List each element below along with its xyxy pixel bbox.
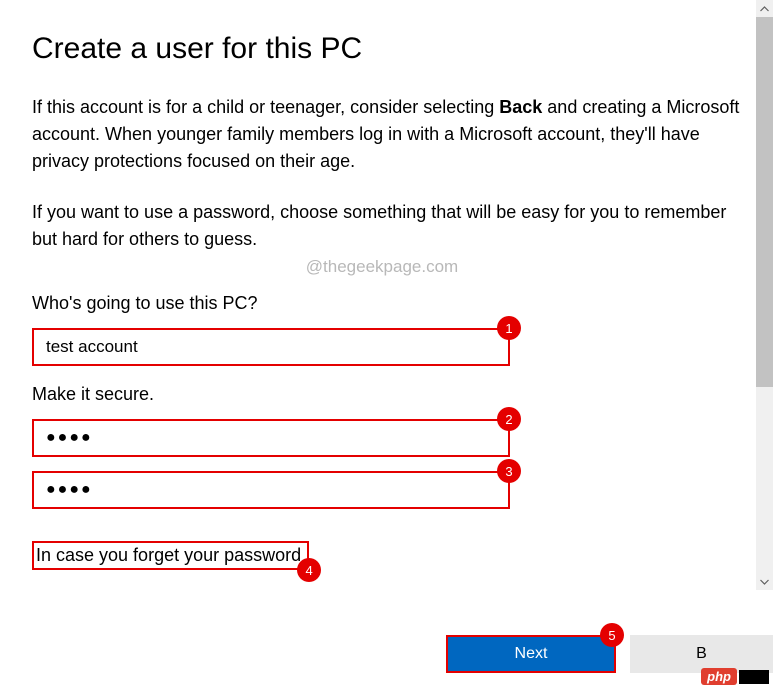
php-box-icon <box>739 670 769 684</box>
next-button-wrap: Next 5 <box>446 635 616 673</box>
password-input[interactable] <box>32 419 510 457</box>
secure-section-label: Make it secure. <box>32 384 744 405</box>
scroll-down-arrow-icon[interactable] <box>756 573 773 590</box>
footer-bar: Next 5 B <box>0 617 773 689</box>
intro-paragraph-2: If you want to use a password, choose so… <box>32 199 742 253</box>
username-field-wrap: 1 <box>32 328 744 366</box>
scroll-up-arrow-icon[interactable] <box>756 0 773 17</box>
who-section-label: Who's going to use this PC? <box>32 293 744 314</box>
scroll-thumb[interactable] <box>756 17 773 387</box>
php-watermark-overlay: php <box>701 668 769 685</box>
annotation-badge-3: 3 <box>497 459 521 483</box>
watermark-text: @thegeekpage.com <box>32 257 732 277</box>
next-button[interactable]: Next <box>446 635 616 673</box>
intro-paragraph-1: If this account is for a child or teenag… <box>32 94 742 175</box>
annotation-badge-4: 4 <box>297 558 321 582</box>
annotation-badge-1: 1 <box>497 316 521 340</box>
confirm-password-field-wrap: 3 <box>32 471 744 509</box>
php-pill-icon: php <box>701 668 737 685</box>
vertical-scrollbar[interactable] <box>756 0 773 590</box>
confirm-password-input[interactable] <box>32 471 510 509</box>
page-title: Create a user for this PC <box>32 32 744 66</box>
main-content: Create a user for this PC If this accoun… <box>0 0 744 590</box>
back-bold-text: Back <box>499 97 542 117</box>
username-input[interactable] <box>32 328 510 366</box>
annotation-badge-5: 5 <box>600 623 624 647</box>
password-field-wrap: 2 <box>32 419 744 457</box>
annotation-badge-2: 2 <box>497 407 521 431</box>
intro-text-pre: If this account is for a child or teenag… <box>32 97 499 117</box>
forget-section-label: In case you forget your password <box>32 541 309 570</box>
forget-section-wrap: In case you forget your password 4 <box>32 541 309 570</box>
